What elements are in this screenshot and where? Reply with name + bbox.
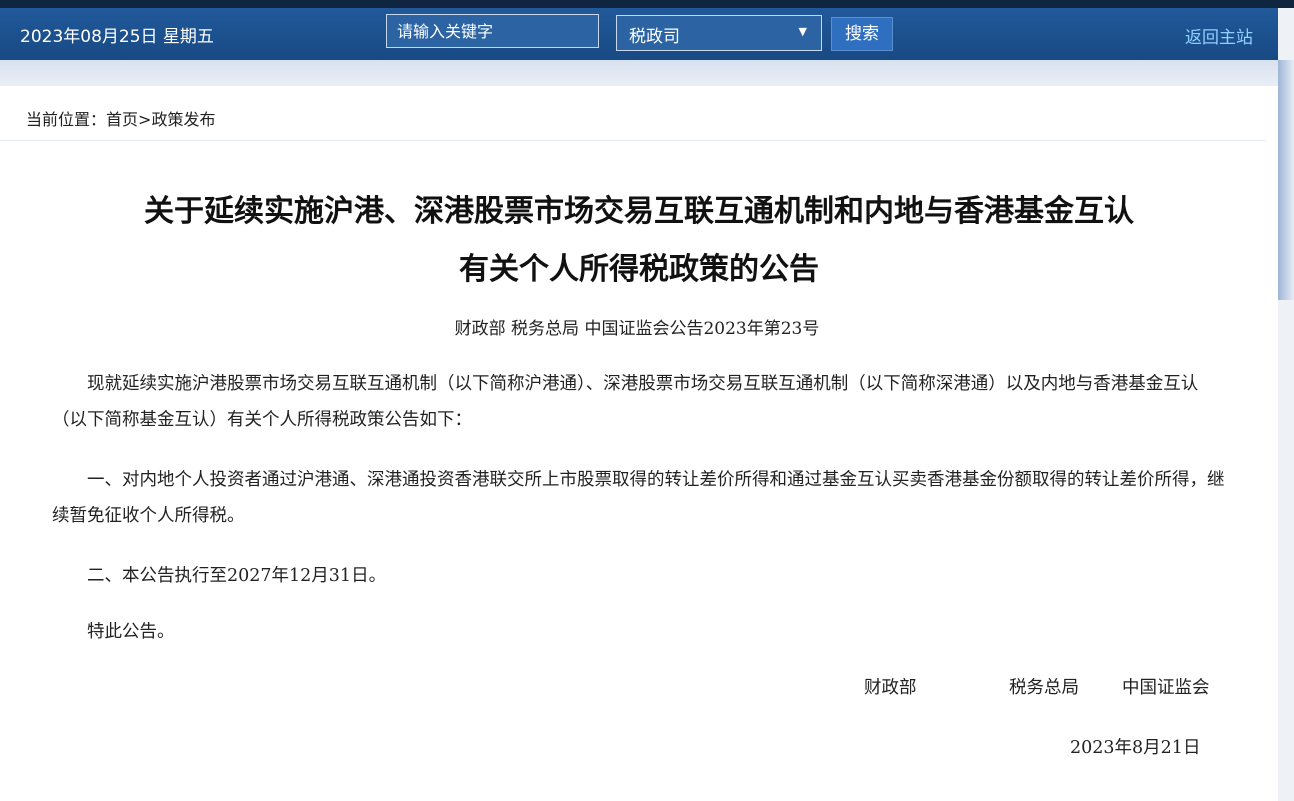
article-paragraph: 一、对内地个人投资者通过沪港通、深港通投资香港联交所上市股票取得的转让差价所得和… — [52, 470, 1225, 526]
back-to-main-site-link[interactable]: 返回主站 — [1185, 23, 1253, 48]
current-date: 2023年08月25日 星期五 — [20, 27, 214, 47]
document-number: 财政部 税务总局 中国证监会公告2023年第23号 — [454, 319, 820, 339]
article-paragraph: 现就延续实施沪港股票市场交易互联互通机制（以下简称沪港通）、深港股票市场交易互联… — [52, 374, 1199, 430]
breadcrumb-current[interactable]: 政策发布 — [151, 110, 215, 129]
search-button[interactable]: 搜索 — [831, 17, 893, 51]
search-input[interactable] — [386, 14, 599, 48]
side-decoration — [1278, 60, 1294, 300]
header-band — [0, 60, 1294, 86]
signatory-tax-administration: 税务总局 — [1009, 678, 1079, 698]
breadcrumb-separator: > — [138, 110, 152, 129]
article-title-line-2: 有关个人所得税政策的公告 — [459, 252, 819, 287]
breadcrumb-divider — [0, 140, 1266, 141]
breadcrumb: 当前位置：首页>政策发布 — [26, 106, 215, 130]
signatory-ministry-of-finance: 财政部 — [864, 678, 917, 698]
breadcrumb-home-link[interactable]: 首页 — [106, 110, 138, 129]
department-select-value: 税政司 — [629, 27, 680, 47]
article-paragraph: 二、本公告执行至2027年12月31日。 — [87, 566, 387, 586]
article-paragraph: 特此公告。 — [87, 622, 175, 642]
signatory-csrc: 中国证监会 — [1122, 678, 1210, 698]
article-title-line-1: 关于延续实施沪港、深港股票市场交易互联互通机制和内地与香港基金互认 — [144, 194, 1134, 229]
site-header: 2023年08月25日 星期五 税政司 ▼ 搜索 返回主站 — [0, 8, 1278, 60]
department-select[interactable]: 税政司 ▼ — [616, 15, 822, 51]
breadcrumb-prefix: 当前位置： — [26, 110, 107, 129]
signing-date: 2023年8月21日 — [1070, 738, 1201, 758]
article-panel: 当前位置：首页>政策发布 关于延续实施沪港、深港股票市场交易互联互通机制和内地与… — [0, 86, 1278, 801]
top-strip — [0, 0, 1294, 8]
chevron-down-icon: ▼ — [798, 25, 807, 38]
